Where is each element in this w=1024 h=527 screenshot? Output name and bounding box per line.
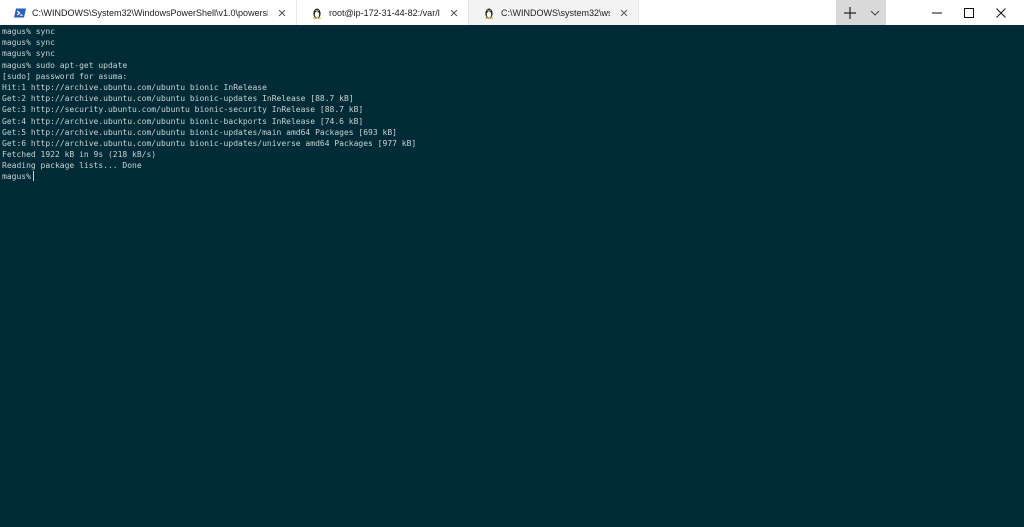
terminal-output[interactable]: magus% sync magus% sync magus% sync magu… bbox=[0, 25, 1024, 527]
tux-icon bbox=[483, 7, 495, 19]
new-tab-group bbox=[836, 0, 886, 25]
terminal-line: [sudo] password for asuma: bbox=[2, 71, 128, 81]
window-close-button[interactable] bbox=[978, 0, 1024, 25]
tab-ssh-session[interactable]: root@ip-172-31-44-82:/var/log bbox=[297, 0, 469, 25]
tab-title: C:\WINDOWS\system32\wsl.exe bbox=[501, 7, 610, 18]
new-tab-button[interactable] bbox=[836, 0, 864, 25]
chevron-down-icon bbox=[870, 10, 880, 16]
tab-title: C:\WINDOWS\System32\WindowsPowerShell\v1… bbox=[32, 7, 268, 18]
terminal-line: Get:4 http://archive.ubuntu.com/ubuntu b… bbox=[2, 116, 364, 126]
prompt-line[interactable]: magus% bbox=[2, 171, 1024, 182]
terminal-window: C:\WINDOWS\System32\WindowsPowerShell\v1… bbox=[0, 0, 1024, 527]
terminal-line: Get:6 http://archive.ubuntu.com/ubuntu b… bbox=[2, 138, 417, 148]
profile-dropdown-button[interactable] bbox=[864, 0, 886, 25]
powershell-icon bbox=[14, 7, 26, 19]
close-icon[interactable] bbox=[618, 7, 630, 19]
plus-icon bbox=[844, 6, 856, 19]
terminal-line: magus% sync bbox=[2, 27, 55, 36]
tab-powershell[interactable]: C:\WINDOWS\System32\WindowsPowerShell\v1… bbox=[0, 0, 297, 25]
tux-icon bbox=[311, 7, 323, 19]
tab-title: root@ip-172-31-44-82:/var/log bbox=[329, 7, 440, 18]
terminal-line: magus% sync bbox=[2, 49, 55, 59]
terminal-line: Get:3 http://security.ubuntu.com/ubuntu … bbox=[2, 105, 364, 115]
prompt: magus% bbox=[2, 172, 31, 182]
terminal-line: Fetched 1922 kB in 9s (218 kB/s) bbox=[2, 150, 157, 160]
terminal-line: Get:2 http://archive.ubuntu.com/ubuntu b… bbox=[2, 94, 354, 104]
maximize-icon bbox=[964, 7, 974, 18]
text-cursor bbox=[32, 171, 34, 182]
terminal-line: Hit:1 http://archive.ubuntu.com/ubuntu b… bbox=[2, 82, 267, 92]
close-icon[interactable] bbox=[276, 7, 288, 19]
close-icon bbox=[996, 7, 1006, 18]
tab-strip: C:\WINDOWS\System32\WindowsPowerShell\v1… bbox=[0, 0, 639, 25]
minimize-icon bbox=[932, 12, 942, 13]
title-bar: C:\WINDOWS\System32\WindowsPowerShell\v1… bbox=[0, 0, 1024, 25]
tab-wsl[interactable]: C:\WINDOWS\system32\wsl.exe bbox=[469, 0, 639, 25]
terminal-line: magus% sudo apt-get update bbox=[2, 60, 128, 70]
terminal-line: magus% sync bbox=[2, 38, 55, 48]
terminal-line: Reading package lists... Done bbox=[2, 161, 142, 171]
close-icon[interactable] bbox=[448, 7, 460, 19]
terminal-line: Get:5 http://archive.ubuntu.com/ubuntu b… bbox=[2, 127, 397, 137]
